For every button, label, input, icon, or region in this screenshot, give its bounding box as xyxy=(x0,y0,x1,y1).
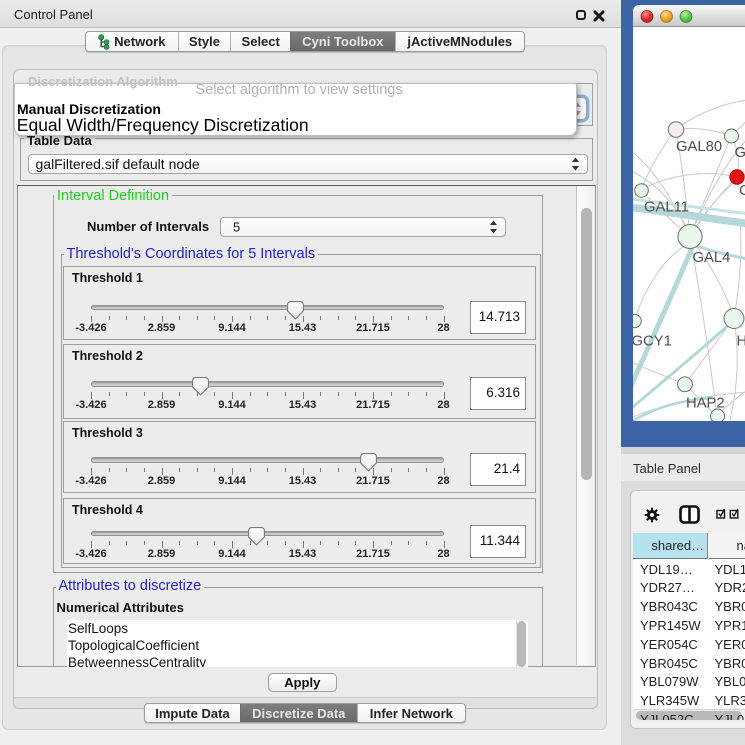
svg-text:HA: HA xyxy=(737,334,745,350)
svg-text:GAL80: GAL80 xyxy=(676,139,722,155)
svg-text:GAL11: GAL11 xyxy=(644,200,689,216)
svg-text:GCY1: GCY1 xyxy=(633,334,672,350)
svg-text:GA: GA xyxy=(735,145,745,161)
svg-text:C: C xyxy=(739,183,745,199)
svg-text:HAP2: HAP2 xyxy=(686,396,725,412)
svg-text:GAL4: GAL4 xyxy=(693,250,731,266)
